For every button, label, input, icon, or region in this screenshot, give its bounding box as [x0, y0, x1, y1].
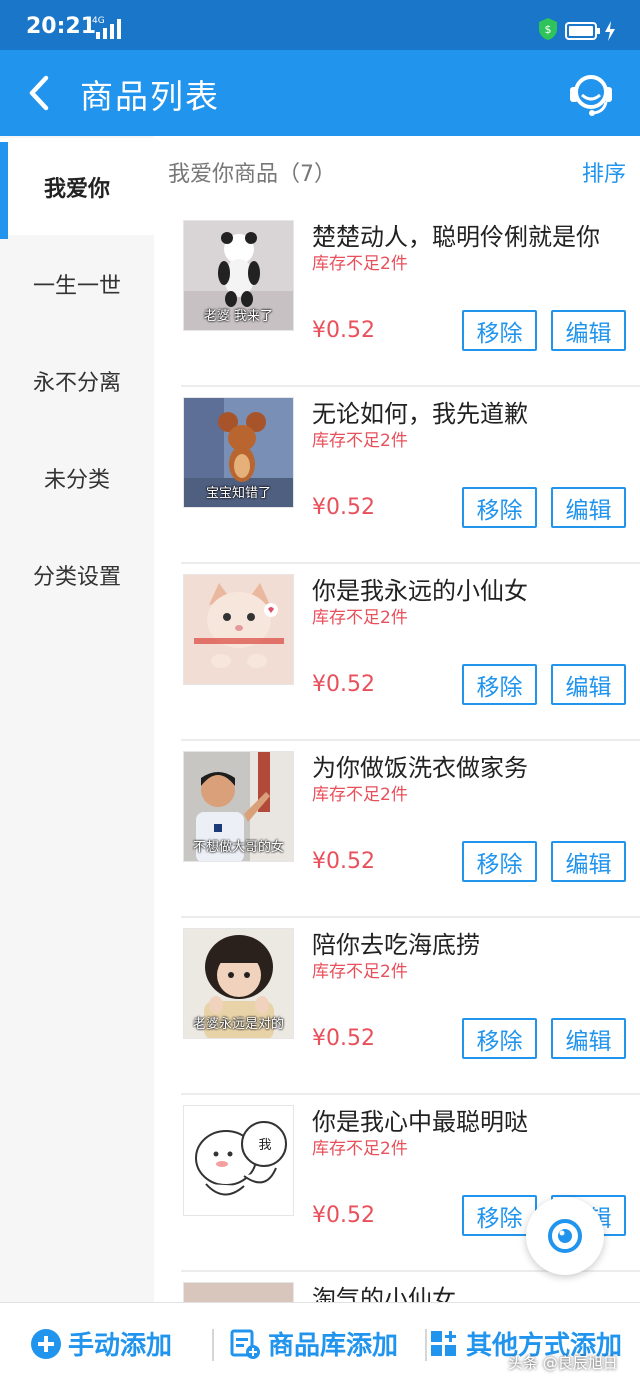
stock-warning: 库存不足2件 — [312, 608, 408, 628]
stock-warning: 库存不足2件 — [312, 1139, 408, 1159]
product-item[interactable]: 老婆永远是对的 陪你去吃海底捞 库存不足2件 ¥0.52 移除 编辑 — [181, 918, 640, 1095]
thumbnail-caption — [184, 678, 293, 684]
product-price: ¥0.52 — [312, 1026, 375, 1051]
sidebar-item-label: 分类设置 — [32, 564, 121, 590]
stock-warning: 库存不足2件 — [312, 254, 408, 274]
thumbnail-caption: 宝宝知错了 — [205, 486, 271, 501]
product-thumbnail: 老婆 我来了 — [183, 220, 294, 331]
product-name: 淘气的小仙女 — [312, 1285, 456, 1302]
manual-add-button[interactable]: 手动添加 — [30, 1325, 172, 1362]
signal-icon: 4G — [92, 16, 121, 39]
library-add-button[interactable]: 商品库添加 — [230, 1325, 398, 1362]
sort-button[interactable]: 排序 — [582, 156, 626, 188]
app-header: 商品列表 — [0, 50, 640, 136]
remove-button[interactable]: 移除 — [462, 1018, 537, 1059]
library-add-label: 商品库添加 — [268, 1331, 399, 1361]
divider — [425, 1329, 427, 1361]
bottom-action-bar: 手动添加 商品库添加 其他方式添加 — [0, 1302, 640, 1386]
product-thumbnail — [183, 1282, 294, 1302]
product-price: ¥0.52 — [312, 1203, 375, 1228]
product-price: ¥0.52 — [312, 672, 375, 697]
charging-icon — [605, 21, 615, 41]
product-name: 陪你去吃海底捞 — [312, 931, 480, 959]
cartoon-hug-image: 我 — [184, 1106, 293, 1215]
product-item[interactable]: 你是我永远的小仙女 库存不足2件 ¥0.52 移除 编辑 — [181, 564, 640, 741]
sidebar-item-yishengyishi[interactable]: 一生一世 — [0, 235, 154, 332]
product-name: 楚楚动人，聪明伶俐就是你 — [312, 223, 600, 251]
divider — [212, 1329, 214, 1361]
edit-button[interactable]: 编辑 — [551, 1018, 626, 1059]
category-sidebar: 我爱你 一生一世 永不分离 未分类 分类设置 — [0, 136, 154, 1302]
customer-service-icon[interactable] — [566, 70, 616, 118]
product-price: ¥0.52 — [312, 318, 375, 343]
product-item[interactable]: 不想做大哥的女 为你做饭洗衣做家务 库存不足2件 ¥0.52 移除 编辑 — [181, 741, 640, 918]
edit-button[interactable]: 编辑 — [551, 310, 626, 351]
active-indicator — [0, 142, 8, 239]
battery-icon — [565, 22, 600, 40]
sidebar-item-label: 一生一世 — [32, 273, 121, 299]
camera-fab-icon — [548, 1219, 582, 1253]
remove-button[interactable]: 移除 — [462, 841, 537, 882]
kitten-image — [184, 575, 293, 684]
manual-add-label: 手动添加 — [68, 1331, 173, 1361]
plus-circle-icon — [31, 1328, 61, 1359]
page-title: 商品列表 — [80, 77, 220, 116]
edit-button[interactable]: 编辑 — [551, 664, 626, 705]
sidebar-item-label: 我爱你 — [43, 176, 110, 202]
back-icon[interactable] — [24, 74, 52, 112]
library-add-icon — [230, 1329, 260, 1359]
sidebar-item-label: 永不分离 — [32, 370, 121, 396]
product-name: 你是我心中最聪明哒 — [312, 1108, 528, 1136]
watermark-text: 头条 @良辰旭日 — [508, 1354, 618, 1372]
svg-text:$: $ — [545, 23, 552, 36]
product-list[interactable]: 我爱你商品（7） 排序 老婆 我来了 楚楚动人，聪明伶俐就是你 库存不足2件 ¥… — [154, 136, 640, 1302]
product-name: 为你做饭洗衣做家务 — [312, 754, 528, 782]
status-time: 20:21 — [26, 14, 97, 39]
product-name: 无论如何，我先道歉 — [312, 400, 528, 428]
product-price: ¥0.52 — [312, 495, 375, 520]
hug-label: 我 — [258, 1138, 271, 1153]
remove-button[interactable]: 移除 — [462, 487, 537, 528]
product-price: ¥0.52 — [312, 849, 375, 874]
list-heading: 我爱你商品（7） — [168, 162, 336, 187]
network-type-label: 4G — [92, 16, 105, 26]
product-item[interactable]: 老婆 我来了 楚楚动人，聪明伶俐就是你 库存不足2件 ¥0.52 移除 编辑 — [181, 210, 640, 387]
grid-add-icon — [431, 1330, 456, 1356]
stock-warning: 库存不足2件 — [312, 785, 408, 805]
stock-warning: 库存不足2件 — [312, 431, 408, 451]
product-thumbnail: 不想做大哥的女 — [183, 751, 294, 862]
thumbnail-caption: 老婆永远是对的 — [192, 1017, 284, 1032]
edit-button[interactable]: 编辑 — [551, 487, 626, 528]
stock-warning: 库存不足2件 — [312, 962, 408, 982]
remove-button[interactable]: 移除 — [462, 310, 537, 351]
product-thumbnail: 宝宝知错了 — [183, 397, 294, 508]
sidebar-item-uncategorized[interactable]: 未分类 — [0, 429, 154, 526]
product-name: 你是我永远的小仙女 — [312, 577, 528, 605]
edit-button[interactable]: 编辑 — [551, 841, 626, 882]
thumbnail-caption: 老婆 我来了 — [203, 309, 274, 324]
product-thumbnail — [183, 574, 294, 685]
floating-camera-button[interactable] — [526, 1197, 604, 1275]
thumbnail-caption: 不想做大哥的女 — [192, 840, 284, 855]
product-item[interactable]: 宝宝知错了 无论如何，我先道歉 库存不足2件 ¥0.52 移除 编辑 — [181, 387, 640, 564]
remove-button[interactable]: 移除 — [462, 664, 537, 705]
product-thumbnail: 我 — [183, 1105, 294, 1216]
product-thumbnail: 老婆永远是对的 — [183, 928, 294, 1039]
security-shield-icon: $ — [539, 18, 557, 40]
sidebar-item-category-settings[interactable]: 分类设置 — [0, 526, 154, 623]
sidebar-item-yongbufenli[interactable]: 永不分离 — [0, 332, 154, 429]
status-bar: 20:21 4G $ — [0, 0, 640, 50]
product-item[interactable]: 淘气的小仙女 — [181, 1272, 640, 1302]
sidebar-item-woaini[interactable]: 我爱你 — [0, 138, 154, 239]
sidebar-item-label: 未分类 — [43, 467, 110, 493]
